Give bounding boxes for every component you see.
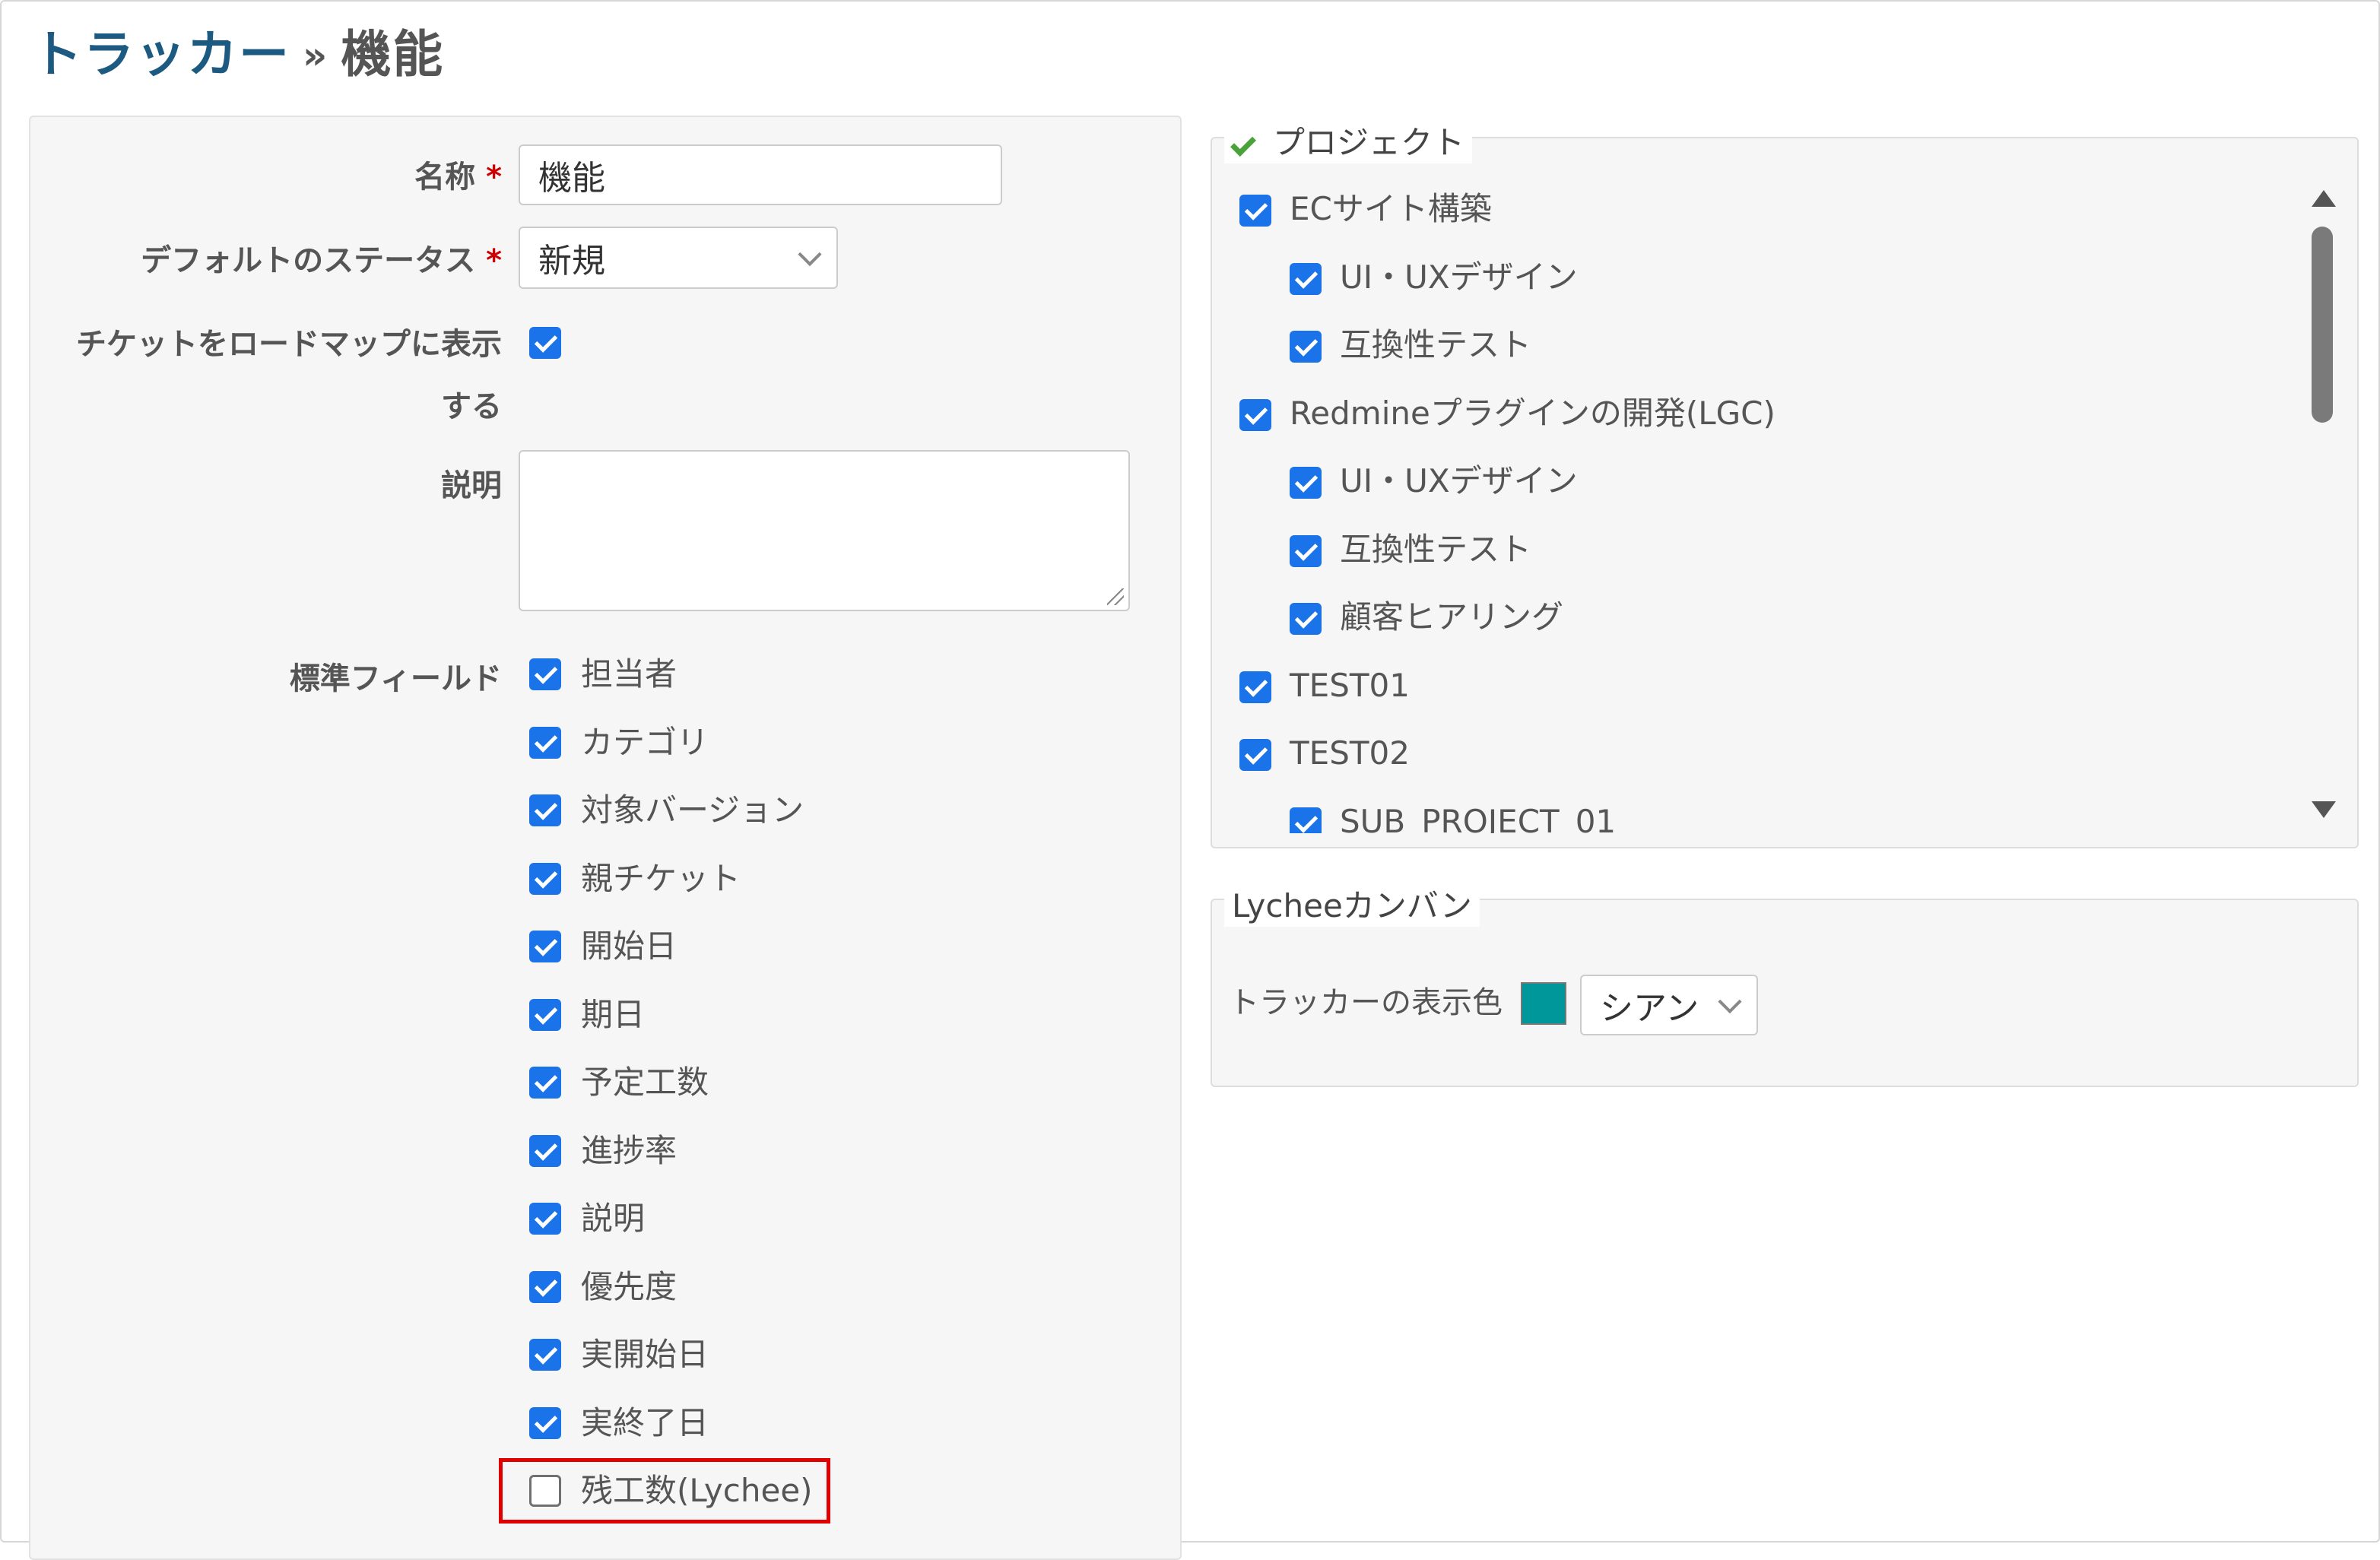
projects-list[interactable]: ECサイト構築 UI・UXデザイン 互換性テスト Redmineプラグインの開発…	[1214, 172, 2316, 833]
chevron-down-icon	[1718, 990, 1742, 1014]
project-label: TEST01	[1290, 667, 1410, 704]
field-label: カテゴリ	[581, 724, 709, 761]
standard-fields-label: 標準フィールド	[289, 661, 502, 696]
field-label: 予定工数	[581, 1064, 709, 1101]
field-label: 進捗率	[581, 1132, 678, 1169]
tracker-color-select[interactable]: シアン	[1580, 975, 1758, 1035]
project-label: TEST02	[1290, 734, 1410, 772]
field-checkbox-parent-issue[interactable]	[529, 863, 561, 895]
project-checkbox[interactable]	[1290, 535, 1322, 567]
field-label: 実開始日	[581, 1336, 709, 1373]
breadcrumb-separator: »	[303, 33, 329, 78]
field-checkbox-priority[interactable]	[529, 1271, 561, 1303]
field-checkbox-target-version[interactable]	[529, 794, 561, 826]
projects-legend[interactable]: プロジェクト	[1224, 117, 1473, 163]
roadmap-label: チケットをロードマップに表示	[76, 327, 502, 362]
scroll-down-arrow-icon[interactable]	[2312, 801, 2336, 818]
field-label: 説明	[581, 1200, 646, 1237]
project-label: 互換性テスト	[1340, 531, 1532, 568]
scrollbar-thumb[interactable]	[2312, 227, 2333, 423]
page-heading: トラッカー » 機能	[32, 14, 444, 87]
roadmap-checkbox[interactable]	[529, 327, 561, 359]
field-checkbox-estimated-time[interactable]	[529, 1067, 561, 1099]
field-label: 担当者	[581, 655, 678, 693]
field-checkbox-actual-end-date[interactable]	[529, 1407, 561, 1439]
project-label: SUB_PROJECT_01	[1340, 803, 1617, 834]
project-checkbox[interactable]	[1239, 739, 1271, 771]
chevron-down-icon	[798, 243, 822, 267]
resize-handle-icon[interactable]	[1107, 588, 1124, 605]
project-label: 互換性テスト	[1340, 326, 1532, 363]
field-checkbox-assignee[interactable]	[529, 658, 561, 690]
description-textarea[interactable]	[519, 450, 1130, 611]
field-checkbox-actual-start-date[interactable]	[529, 1339, 561, 1371]
project-checkbox[interactable]	[1290, 807, 1322, 833]
kanban-legend: Lycheeカンバン	[1224, 880, 1480, 927]
field-checkbox-start-date[interactable]	[529, 931, 561, 962]
default-status-select[interactable]: 新規	[519, 227, 838, 289]
breadcrumb-trackers-link[interactable]: トラッカー	[32, 25, 290, 84]
field-label: 期日	[581, 996, 646, 1033]
field-checkbox-description[interactable]	[529, 1203, 561, 1235]
highlight-box	[499, 1458, 830, 1524]
project-label: Redmineプラグインの開発(LGC)	[1290, 395, 1775, 432]
field-checkbox-done-ratio[interactable]	[529, 1135, 561, 1167]
field-checkbox-due-date[interactable]	[529, 999, 561, 1031]
roadmap-label-continued: する	[441, 389, 502, 424]
project-label: UI・UXデザイン	[1340, 462, 1578, 499]
project-checkbox[interactable]	[1290, 603, 1322, 635]
scroll-up-arrow-icon[interactable]	[2312, 190, 2336, 207]
default-status-label: デフォルトのステータス *	[141, 243, 502, 278]
field-label: 優先度	[581, 1268, 678, 1305]
name-label: 名称 *	[414, 160, 502, 195]
project-label: UI・UXデザイン	[1340, 258, 1578, 296]
field-checkbox-category[interactable]	[529, 727, 561, 759]
project-checkbox[interactable]	[1290, 331, 1322, 363]
project-checkbox[interactable]	[1239, 671, 1271, 703]
field-label: 実終了日	[581, 1404, 709, 1441]
description-label: 説明	[441, 468, 502, 503]
project-label: ECサイト構築	[1290, 190, 1492, 227]
field-label: 親チケット	[581, 860, 741, 897]
tracker-color-label: トラッカーの表示色	[1229, 985, 1503, 1020]
project-checkbox[interactable]	[1239, 399, 1271, 431]
checkmark-icon	[1230, 131, 1256, 157]
project-checkbox[interactable]	[1290, 467, 1322, 499]
field-label: 開始日	[581, 927, 678, 965]
required-mark: *	[486, 160, 502, 195]
field-label: 対象バージョン	[581, 791, 804, 829]
project-checkbox[interactable]	[1290, 263, 1322, 295]
required-mark: *	[486, 243, 502, 278]
name-input[interactable]: 機能	[519, 144, 1002, 205]
projects-scrollbar[interactable]	[2302, 181, 2339, 827]
project-checkbox[interactable]	[1239, 195, 1271, 227]
color-swatch	[1521, 982, 1566, 1025]
page-title: 機能	[341, 25, 445, 84]
project-label: 顧客ヒアリング	[1340, 598, 1564, 636]
